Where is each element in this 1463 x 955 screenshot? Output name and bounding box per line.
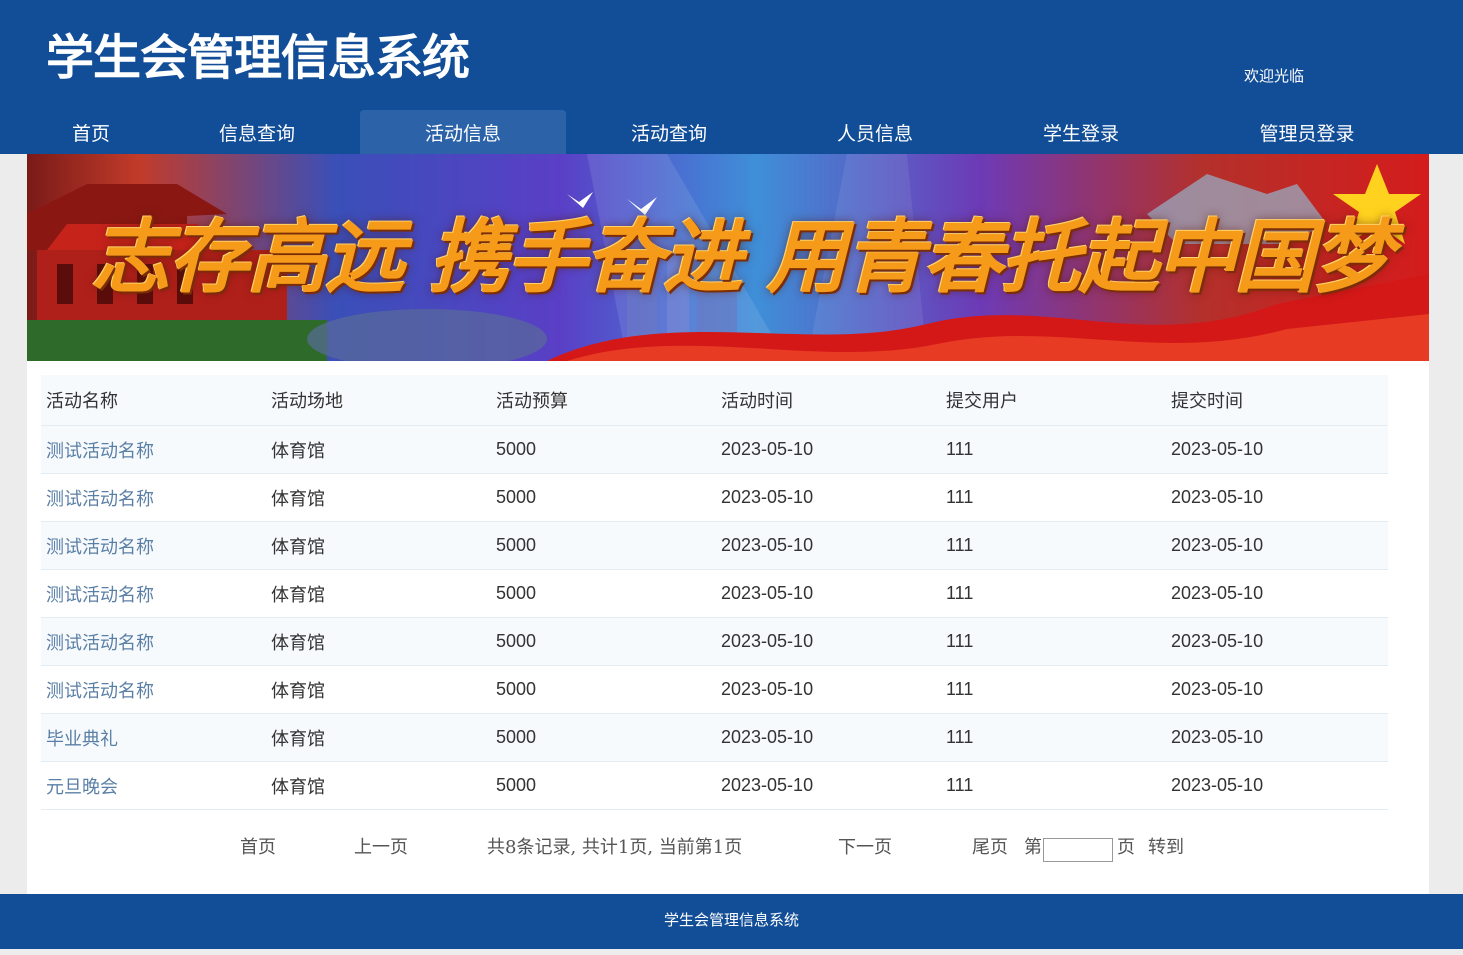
- column-header-submit-time: 提交时间: [1166, 375, 1388, 426]
- main-content: 志存高远 携手奋进 用青春托起中国梦 活动名称 活动场地 活动预算 活动时间 提…: [27, 154, 1429, 894]
- nav-item-student-login[interactable]: 学生登录: [978, 110, 1184, 154]
- banner: 志存高远 携手奋进 用青春托起中国梦: [27, 154, 1429, 361]
- submit-time-cell: 2023-05-10: [1166, 569, 1388, 618]
- nav-item-home[interactable]: 首页: [38, 110, 144, 154]
- submitter-cell: 111: [941, 713, 1166, 762]
- submit-time-cell: 2023-05-10: [1166, 473, 1388, 522]
- table-row: 测试活动名称 体育馆 5000 2023-05-10 111 2023-05-1…: [41, 425, 1388, 474]
- table-header-row: 活动名称 活动场地 活动预算 活动时间 提交用户 提交时间: [41, 375, 1388, 426]
- pager-page-prefix: 第: [1024, 837, 1042, 858]
- submit-time-cell: 2023-05-10: [1166, 665, 1388, 714]
- pager-next-link[interactable]: 下一页: [838, 836, 892, 860]
- footer: 学生会管理信息系统: [0, 894, 1463, 949]
- venue-cell: 体育馆: [266, 617, 491, 666]
- budget-cell: 5000: [491, 569, 716, 618]
- submitter-cell: 111: [941, 473, 1166, 522]
- table-row: 毕业典礼 体育馆 5000 2023-05-10 111 2023-05-10: [41, 713, 1388, 762]
- column-header-budget: 活动预算: [491, 375, 716, 426]
- activity-name-link[interactable]: 测试活动名称: [41, 521, 266, 570]
- activity-date-cell: 2023-05-10: [716, 425, 941, 474]
- submitter-cell: 111: [941, 665, 1166, 714]
- activity-name-link[interactable]: 毕业典礼: [41, 713, 266, 762]
- activity-table: 活动名称 活动场地 活动预算 活动时间 提交用户 提交时间 测试活动名称 体育馆…: [41, 375, 1388, 810]
- activity-date-cell: 2023-05-10: [716, 521, 941, 570]
- site-title: 学生会管理信息系统: [46, 30, 470, 86]
- venue-cell: 体育馆: [266, 521, 491, 570]
- activity-name-link[interactable]: 测试活动名称: [41, 569, 266, 618]
- budget-cell: 5000: [491, 761, 716, 810]
- column-header-activity-name: 活动名称: [41, 375, 266, 426]
- footer-text: 学生会管理信息系统: [663, 911, 799, 929]
- pager-summary: 共8条记录, 共计1页, 当前第1页: [487, 837, 743, 858]
- venue-cell: 体育馆: [266, 713, 491, 762]
- table-row: 测试活动名称 体育馆 5000 2023-05-10 111 2023-05-1…: [41, 665, 1388, 714]
- submit-time-cell: 2023-05-10: [1166, 761, 1388, 810]
- table-row: 元旦晚会 体育馆 5000 2023-05-10 111 2023-05-10: [41, 761, 1388, 810]
- submitter-cell: 111: [941, 569, 1166, 618]
- pagination: 首页 上一页 共8条记录, 共计1页, 当前第1页 下一页 尾页 第 页 转到: [27, 834, 1429, 864]
- nav-item-info-query[interactable]: 信息查询: [154, 110, 360, 154]
- pager-page-suffix: 页: [1117, 837, 1135, 858]
- header: 学生会管理信息系统 欢迎光临 首页 信息查询 活动信息 活动查询 人员信息 学生…: [0, 0, 1463, 154]
- submit-time-cell: 2023-05-10: [1166, 713, 1388, 762]
- submitter-cell: 111: [941, 617, 1166, 666]
- activity-date-cell: 2023-05-10: [716, 761, 941, 810]
- pager-last-link[interactable]: 尾页: [972, 836, 1008, 860]
- table-row: 测试活动名称 体育馆 5000 2023-05-10 111 2023-05-1…: [41, 569, 1388, 618]
- venue-cell: 体育馆: [266, 425, 491, 474]
- page-number-input[interactable]: [1043, 838, 1113, 862]
- activity-date-cell: 2023-05-10: [716, 473, 941, 522]
- pager-prev-link[interactable]: 上一页: [354, 836, 408, 860]
- budget-cell: 5000: [491, 425, 716, 474]
- submit-time-cell: 2023-05-10: [1166, 521, 1388, 570]
- activity-name-link[interactable]: 元旦晚会: [41, 761, 266, 810]
- column-header-venue: 活动场地: [266, 375, 491, 426]
- submit-time-cell: 2023-05-10: [1166, 617, 1388, 666]
- nav-item-activity-info[interactable]: 活动信息: [360, 110, 566, 154]
- submitter-cell: 111: [941, 761, 1166, 810]
- submit-time-cell: 2023-05-10: [1166, 425, 1388, 474]
- activity-name-link[interactable]: 测试活动名称: [41, 665, 266, 714]
- table-body: 测试活动名称 体育馆 5000 2023-05-10 111 2023-05-1…: [41, 425, 1388, 810]
- submitter-cell: 111: [941, 521, 1166, 570]
- venue-cell: 体育馆: [266, 665, 491, 714]
- venue-cell: 体育馆: [266, 473, 491, 522]
- pager-first-link[interactable]: 首页: [240, 836, 276, 860]
- venue-cell: 体育馆: [266, 569, 491, 618]
- budget-cell: 5000: [491, 473, 716, 522]
- column-header-submitter: 提交用户: [941, 375, 1166, 426]
- activity-date-cell: 2023-05-10: [716, 617, 941, 666]
- table-row: 测试活动名称 体育馆 5000 2023-05-10 111 2023-05-1…: [41, 617, 1388, 666]
- banner-slogan: 志存高远 携手奋进 用青春托起中国梦: [91, 210, 1393, 304]
- venue-cell: 体育馆: [266, 761, 491, 810]
- nav-item-member-info[interactable]: 人员信息: [772, 110, 978, 154]
- budget-cell: 5000: [491, 665, 716, 714]
- activity-date-cell: 2023-05-10: [716, 713, 941, 762]
- budget-cell: 5000: [491, 713, 716, 762]
- submitter-cell: 111: [941, 425, 1166, 474]
- budget-cell: 5000: [491, 521, 716, 570]
- pager-goto-link[interactable]: 转到: [1148, 836, 1184, 860]
- nav-item-admin-login[interactable]: 管理员登录: [1204, 110, 1410, 154]
- nav-item-activity-query[interactable]: 活动查询: [566, 110, 772, 154]
- budget-cell: 5000: [491, 617, 716, 666]
- main-nav: 首页 信息查询 活动信息 活动查询 人员信息 学生登录 管理员登录: [0, 110, 1463, 154]
- table-row: 测试活动名称 体育馆 5000 2023-05-10 111 2023-05-1…: [41, 473, 1388, 522]
- table-row: 测试活动名称 体育馆 5000 2023-05-10 111 2023-05-1…: [41, 521, 1388, 570]
- column-header-activity-time: 活动时间: [716, 375, 941, 426]
- activity-date-cell: 2023-05-10: [716, 665, 941, 714]
- activity-date-cell: 2023-05-10: [716, 569, 941, 618]
- activity-name-link[interactable]: 测试活动名称: [41, 617, 266, 666]
- activity-name-link[interactable]: 测试活动名称: [41, 425, 266, 474]
- welcome-text: 欢迎光临: [1244, 67, 1305, 85]
- activity-name-link[interactable]: 测试活动名称: [41, 473, 266, 522]
